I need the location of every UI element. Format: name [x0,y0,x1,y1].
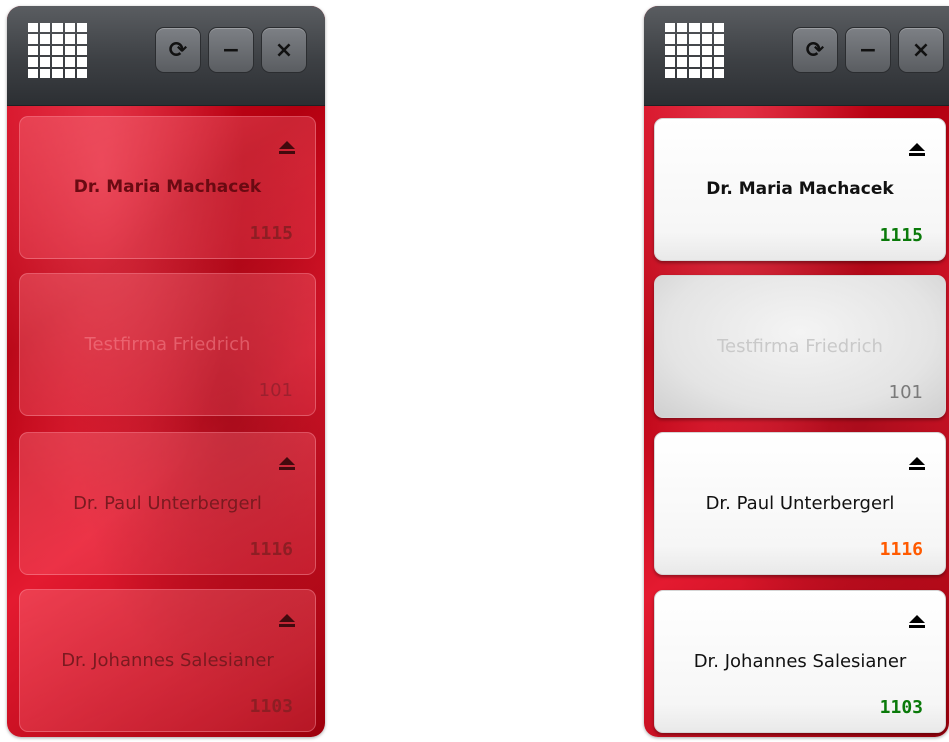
contact-name: Testfirma Friedrich [84,334,251,355]
minimize-icon: − [221,37,241,63]
close-icon: × [911,37,931,63]
title-bar: ⟳ − × [7,6,325,106]
title-bar: ⟳ − × [644,6,949,106]
minimize-button[interactable]: − [208,27,254,73]
extension-number: 101 [258,380,293,401]
refresh-button[interactable]: ⟳ [792,27,838,73]
refresh-button[interactable]: ⟳ [155,27,201,73]
eject-icon[interactable] [279,457,295,471]
extension-number: 1116 [249,539,293,560]
close-button[interactable]: × [261,27,307,73]
phone-widget-left: ⟳ − × Dr. Maria Machacek 1115 Testfirma … [7,6,325,737]
extension-number: 1115 [249,223,293,244]
contact-card[interactable]: Testfirma Friedrich 101 [19,273,316,416]
grid-menu-icon[interactable] [28,23,87,78]
extension-number: 101 [888,382,923,403]
contact-name: Dr. Maria Machacek [73,177,262,197]
eject-icon[interactable] [909,457,925,471]
contact-name: Dr. Johannes Salesianer [61,650,274,671]
contact-name: Testfirma Friedrich [717,336,883,357]
contact-card[interactable]: Dr. Maria Machacek 1115 [19,116,316,259]
eject-icon[interactable] [909,615,925,629]
contact-card[interactable]: Dr. Johannes Salesianer 1103 [19,589,316,732]
eject-icon[interactable] [279,141,295,155]
extension-number: 1115 [879,225,923,246]
extension-number: 1116 [879,539,923,560]
grid-menu-icon[interactable] [665,23,724,78]
contact-card[interactable]: Dr. Paul Unterbergerl 1116 [19,432,316,575]
close-button[interactable]: × [898,27,944,73]
refresh-icon: ⟳ [168,37,188,63]
eject-icon[interactable] [909,143,925,157]
contact-name: Dr. Johannes Salesianer [693,651,907,672]
contact-card[interactable]: Testfirma Friedrich 101 [654,275,946,418]
contact-name: Dr. Maria Machacek [706,179,894,199]
minimize-icon: − [858,37,878,63]
refresh-icon: ⟳ [805,37,825,63]
minimize-button[interactable]: − [845,27,891,73]
extension-number: 1103 [879,697,923,718]
extension-number: 1103 [249,696,293,717]
phone-widget-right: ⟳ − × Dr. Maria Machacek 1115 Testfirma … [644,6,949,737]
contact-name: Dr. Paul Unterbergerl [73,493,262,514]
eject-icon[interactable] [279,614,295,628]
contact-card[interactable]: Dr. Maria Machacek 1115 [654,118,946,261]
contact-name: Dr. Paul Unterbergerl [705,493,895,514]
contact-card[interactable]: Dr. Johannes Salesianer 1103 [654,590,946,733]
close-icon: × [274,37,294,63]
contact-card[interactable]: Dr. Paul Unterbergerl 1116 [654,432,946,575]
